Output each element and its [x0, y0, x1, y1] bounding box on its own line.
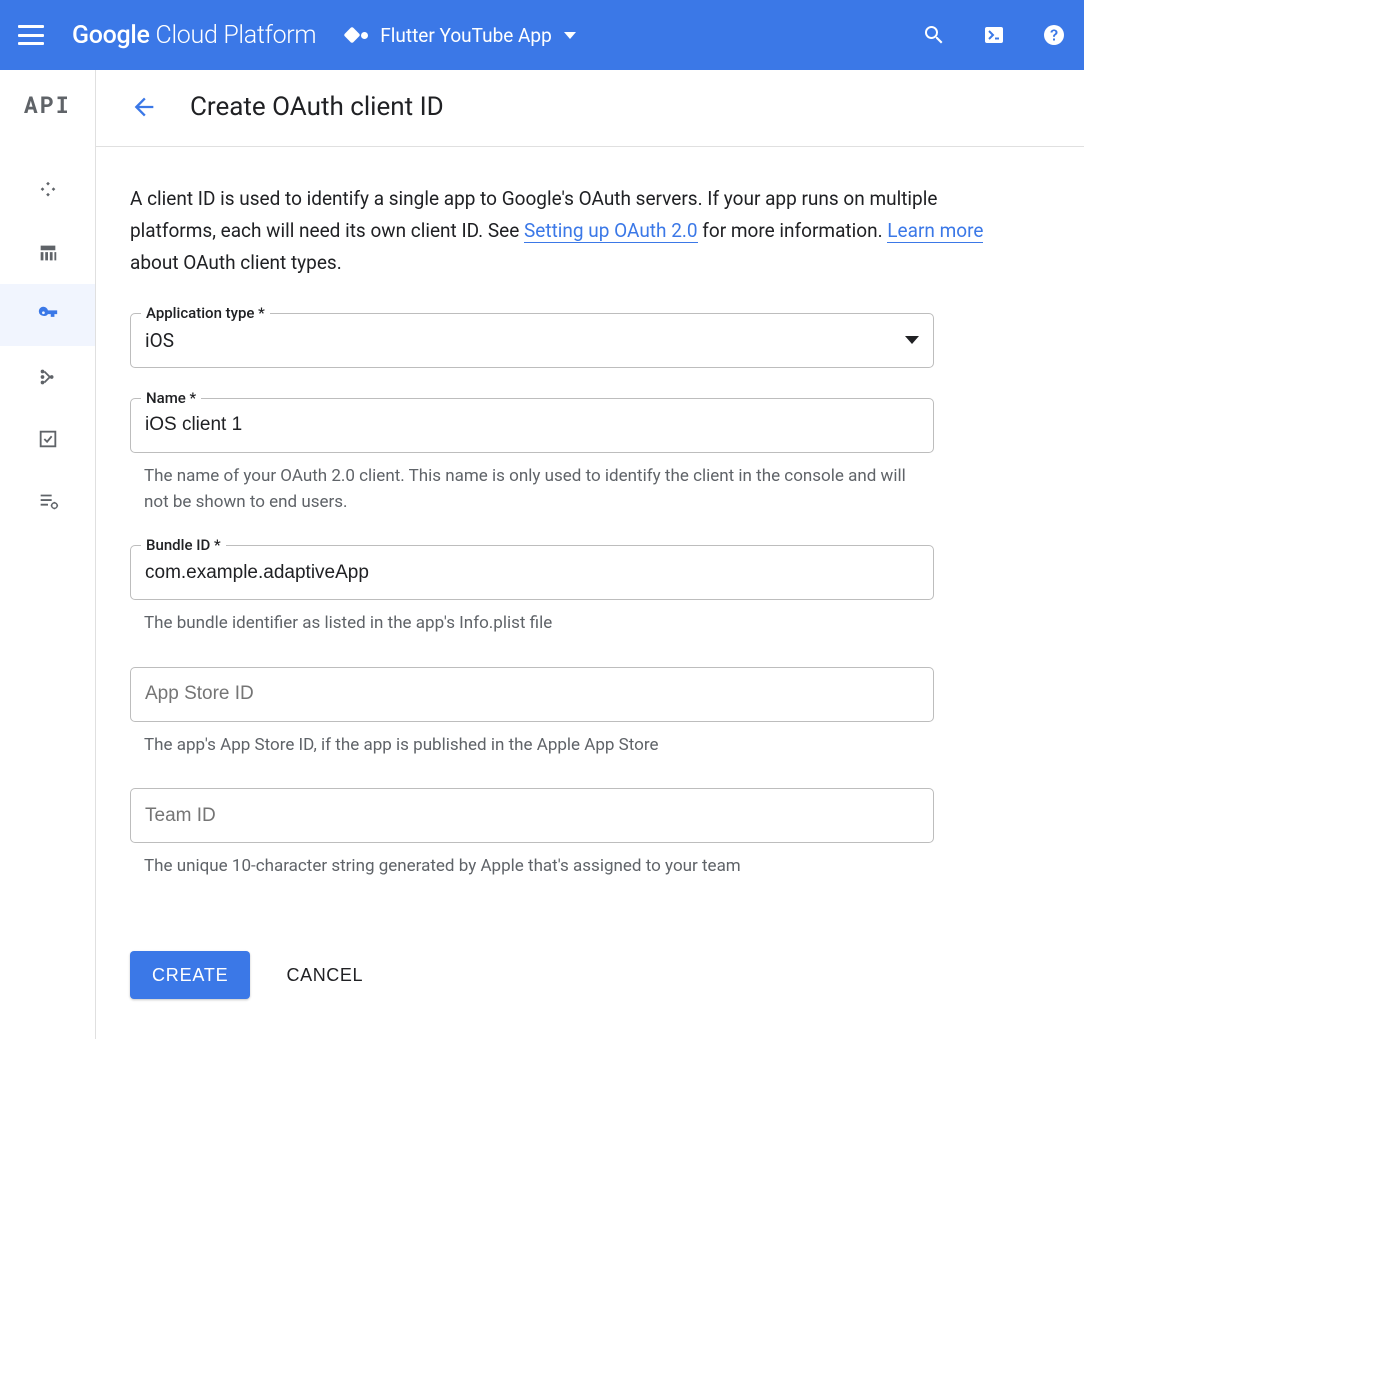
intro-text: A client ID is used to identify a single…	[130, 183, 1022, 279]
menu-icon[interactable]	[18, 22, 44, 48]
sidebar-item-domain-verification[interactable]	[0, 408, 95, 470]
project-selector[interactable]: Flutter YouTube App	[346, 24, 576, 47]
cancel-button[interactable]: CANCEL	[286, 965, 363, 986]
app-store-id-input[interactable]	[145, 683, 919, 705]
chevron-down-icon	[905, 336, 919, 344]
main-content: Create OAuth client ID A client ID is us…	[96, 70, 1084, 1039]
name-label: Name *	[141, 389, 201, 407]
intro-mid: for more information.	[698, 219, 888, 242]
application-type-label: Application type *	[141, 304, 270, 322]
logo-rest: Cloud Platform	[156, 21, 317, 50]
top-bar: Google Cloud Platform Flutter YouTube Ap…	[0, 0, 1084, 70]
team-id-field[interactable]	[130, 788, 934, 843]
team-id-helper: The unique 10-character string generated…	[130, 853, 934, 879]
page-header: Create OAuth client ID	[96, 70, 1084, 147]
cloud-shell-icon[interactable]	[982, 23, 1006, 47]
sidebar-item-dashboard[interactable]	[0, 160, 95, 222]
project-name: Flutter YouTube App	[380, 24, 552, 47]
api-logo[interactable]: API	[24, 90, 71, 120]
create-button[interactable]: CREATE	[130, 951, 250, 999]
back-arrow-icon[interactable]	[130, 93, 158, 121]
application-type-select[interactable]: Application type * iOS	[130, 313, 934, 368]
page-title: Create OAuth client ID	[190, 92, 444, 122]
intro-suffix: about OAuth client types.	[130, 251, 342, 274]
name-input[interactable]	[145, 414, 919, 436]
help-icon[interactable]	[1042, 23, 1066, 47]
link-learn-more[interactable]: Learn more	[887, 219, 983, 243]
bundle-id-input[interactable]	[145, 562, 919, 584]
sidebar-item-credentials[interactable]	[0, 284, 95, 346]
search-icon[interactable]	[922, 23, 946, 47]
team-id-input[interactable]	[145, 805, 919, 827]
chevron-down-icon	[564, 32, 576, 39]
logo-bold: Google	[72, 21, 150, 50]
app-store-id-helper: The app's App Store ID, if the app is pu…	[130, 732, 934, 758]
sidebar: API	[0, 70, 96, 1039]
name-helper: The name of your OAuth 2.0 client. This …	[130, 463, 934, 516]
sidebar-item-library[interactable]	[0, 222, 95, 284]
bundle-id-helper: The bundle identifier as listed in the a…	[130, 610, 934, 636]
project-icon	[346, 29, 368, 41]
application-type-value: iOS	[145, 329, 905, 352]
name-field[interactable]: Name *	[130, 398, 934, 453]
gcp-logo[interactable]: Google Cloud Platform	[72, 21, 316, 50]
app-store-id-field[interactable]	[130, 667, 934, 722]
link-setting-up-oauth[interactable]: Setting up OAuth 2.0	[524, 219, 698, 243]
sidebar-item-page-usage[interactable]	[0, 470, 95, 532]
sidebar-item-oauth-consent[interactable]	[0, 346, 95, 408]
bundle-id-label: Bundle ID *	[141, 536, 226, 554]
bundle-id-field[interactable]: Bundle ID *	[130, 545, 934, 600]
